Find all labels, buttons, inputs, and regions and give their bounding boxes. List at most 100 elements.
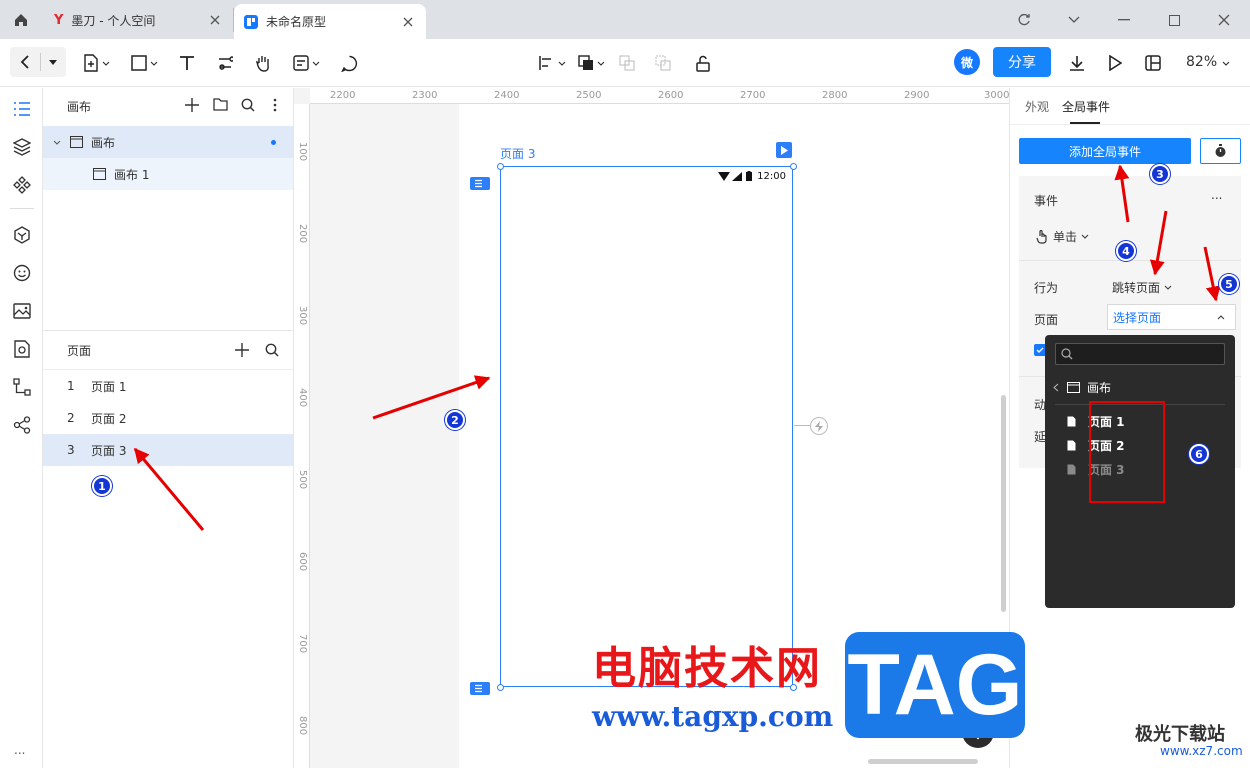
trigger-select[interactable]: 单击 bbox=[1036, 228, 1089, 245]
arrange-tool[interactable] bbox=[575, 48, 607, 78]
emoji-icon[interactable] bbox=[11, 262, 33, 284]
back-icon[interactable] bbox=[20, 55, 30, 69]
flow-icon[interactable] bbox=[11, 376, 33, 398]
page-number: 1 bbox=[67, 379, 75, 393]
ruler-tick: 2300 bbox=[412, 90, 438, 101]
tab-appearance[interactable]: 外观 bbox=[1025, 98, 1049, 115]
chevron-down-icon[interactable] bbox=[1054, 8, 1094, 32]
search-icon[interactable] bbox=[241, 98, 255, 112]
caret-down-icon[interactable] bbox=[49, 59, 57, 65]
ungroup-tool[interactable] bbox=[650, 48, 676, 78]
zoom-level[interactable]: 82% bbox=[1186, 54, 1230, 70]
preview-button[interactable] bbox=[1102, 48, 1128, 78]
layer-item-canvas-1[interactable]: 画布 1 bbox=[43, 158, 293, 190]
watermark-tag-logo: TAG bbox=[845, 632, 1025, 738]
scrollbar-horizontal[interactable] bbox=[868, 759, 978, 764]
refresh-icon[interactable] bbox=[1004, 8, 1044, 32]
hand-tool[interactable] bbox=[250, 48, 276, 78]
connector-tool[interactable] bbox=[212, 48, 238, 78]
search-icon[interactable] bbox=[265, 343, 279, 357]
folder-icon[interactable] bbox=[213, 98, 228, 111]
event-marker-icon[interactable] bbox=[470, 177, 490, 190]
play-icon bbox=[1109, 55, 1122, 71]
add-icon[interactable] bbox=[185, 98, 199, 112]
layer-order-icon bbox=[577, 55, 593, 70]
layer-label: 画布 bbox=[91, 135, 116, 150]
page-item-3[interactable]: 3 页面 3 bbox=[43, 434, 293, 466]
tab-untitled-prototype[interactable]: 未命名原型 bbox=[234, 4, 426, 39]
more-vertical-icon[interactable] bbox=[273, 98, 277, 112]
note-tool[interactable] bbox=[288, 48, 324, 78]
add-global-event-button[interactable]: 添加全局事件 bbox=[1019, 138, 1191, 164]
tab-global-events[interactable]: 全局事件 bbox=[1062, 98, 1110, 115]
lock-tool[interactable] bbox=[690, 48, 716, 78]
lightning-icon[interactable] bbox=[810, 417, 828, 435]
annotation-badge-1: 1 bbox=[92, 476, 112, 496]
page-label: 页面 1 bbox=[91, 379, 127, 394]
artboard-page-3[interactable]: 12:00 bbox=[500, 166, 793, 687]
artboard-title[interactable]: 页面 3 bbox=[500, 145, 535, 162]
share-button[interactable]: 分享 bbox=[993, 47, 1051, 77]
resize-handle[interactable] bbox=[790, 163, 797, 170]
play-icon[interactable] bbox=[776, 142, 792, 158]
cube-icon[interactable] bbox=[11, 224, 33, 246]
prototype-logo-icon bbox=[244, 14, 258, 29]
group-tool[interactable] bbox=[614, 48, 640, 78]
layout-button[interactable] bbox=[1140, 48, 1166, 78]
ruler-tick: 2600 bbox=[658, 90, 684, 101]
add-page-button[interactable] bbox=[78, 48, 114, 78]
chevron-down-icon bbox=[53, 140, 61, 145]
action-select[interactable]: 跳转页面 bbox=[1112, 279, 1172, 296]
page-number: 3 bbox=[67, 443, 75, 457]
tab-modao-space[interactable]: Y 墨刀 - 个人空间 bbox=[44, 8, 234, 32]
ruler-tick: 800 bbox=[297, 716, 308, 736]
layers-panel: 画布 画布 画布 1 页面 1 页面 1 2 页面 2 3 页面 3 bbox=[43, 88, 294, 768]
share-nodes-icon[interactable] bbox=[11, 414, 33, 436]
more-menu[interactable]: ... bbox=[14, 743, 25, 757]
minimize-icon[interactable] bbox=[1104, 8, 1144, 32]
components-icon[interactable] bbox=[11, 174, 33, 196]
resize-handle[interactable] bbox=[497, 163, 504, 170]
timer-button[interactable] bbox=[1200, 138, 1241, 164]
dropdown-search-input[interactable] bbox=[1055, 343, 1225, 365]
resize-handle[interactable] bbox=[497, 684, 504, 691]
tab-title: 未命名原型 bbox=[266, 15, 327, 29]
page-item-1[interactable]: 1 页面 1 bbox=[43, 370, 293, 402]
close-icon[interactable] bbox=[207, 12, 223, 28]
note-icon bbox=[292, 55, 309, 71]
battery-icon bbox=[746, 171, 753, 181]
page-icon bbox=[1067, 464, 1076, 474]
frame-icon bbox=[93, 168, 106, 180]
back-nav-group[interactable] bbox=[10, 47, 66, 77]
list-icon[interactable] bbox=[11, 98, 33, 120]
page-item-2[interactable]: 2 页面 2 bbox=[43, 402, 293, 434]
folder-breadcrumb[interactable]: 画布 bbox=[1053, 379, 1111, 396]
ruler-tick: 700 bbox=[297, 634, 308, 654]
comment-icon bbox=[340, 55, 357, 72]
maximize-icon[interactable] bbox=[1154, 8, 1194, 32]
window-close-icon[interactable] bbox=[1204, 8, 1244, 32]
sticker-icon[interactable] bbox=[11, 338, 33, 360]
image-icon[interactable] bbox=[11, 300, 33, 322]
text-tool[interactable] bbox=[174, 48, 200, 78]
layers-icon[interactable] bbox=[11, 136, 33, 158]
ruler-tick: 400 bbox=[297, 388, 308, 408]
add-page-icon[interactable] bbox=[235, 343, 249, 357]
page-select[interactable]: 选择页面 bbox=[1107, 304, 1236, 330]
action-label: 行为 bbox=[1034, 281, 1059, 295]
rectangle-tool[interactable] bbox=[126, 48, 162, 78]
ruler-tick: 3000 bbox=[984, 90, 1010, 101]
layer-item-canvas[interactable]: 画布 bbox=[43, 126, 293, 158]
ruler-tick: 200 bbox=[297, 224, 308, 244]
chevron-down-icon bbox=[150, 61, 157, 66]
event-marker-icon[interactable] bbox=[470, 682, 490, 695]
scrollbar-vertical[interactable] bbox=[1001, 395, 1006, 612]
wechat-avatar[interactable]: 微 bbox=[954, 49, 980, 75]
layout-icon bbox=[1145, 55, 1161, 71]
comment-tool[interactable] bbox=[336, 48, 362, 78]
home-icon[interactable] bbox=[4, 5, 38, 35]
more-options-icon[interactable]: ... bbox=[1211, 188, 1222, 202]
close-icon[interactable] bbox=[400, 14, 416, 30]
download-button[interactable] bbox=[1064, 48, 1090, 78]
align-tool[interactable] bbox=[536, 48, 568, 78]
